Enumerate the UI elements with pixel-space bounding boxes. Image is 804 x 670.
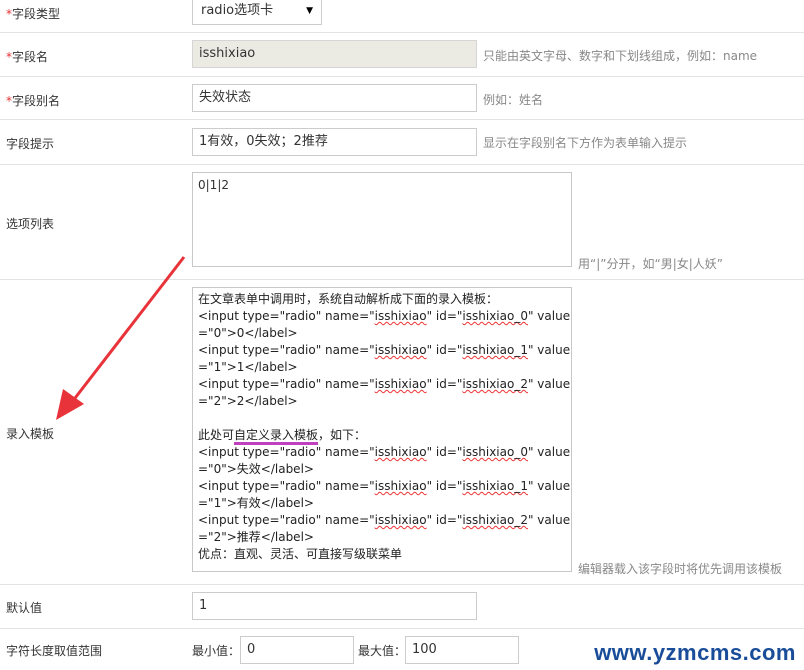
arrow-shaft xyxy=(70,256,186,403)
watermark-text: www.yzmcms.com xyxy=(594,640,796,665)
red-arrow-annotation xyxy=(56,256,186,420)
